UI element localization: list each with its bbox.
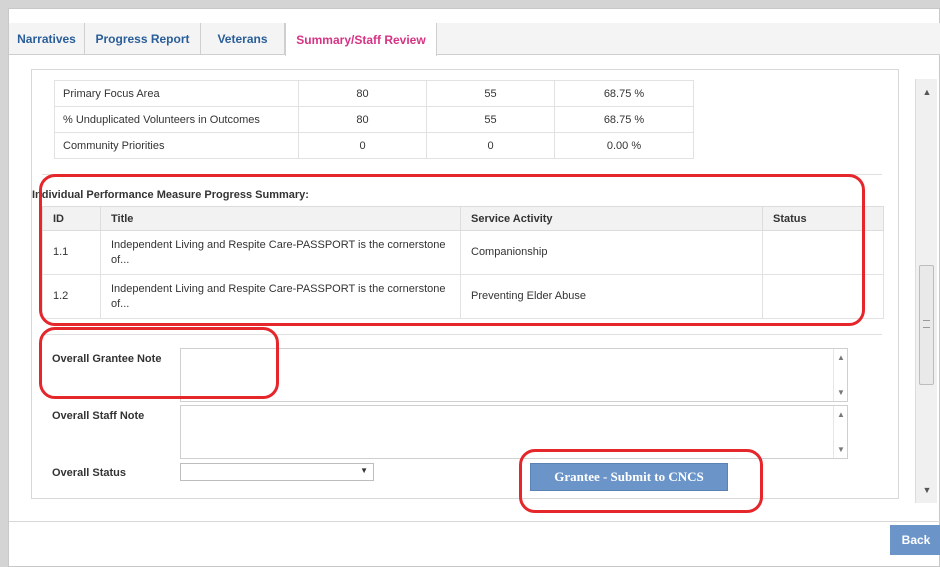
tab-strip: Narratives Progress Report Veterans Summ… [9,23,940,56]
cell-title: Independent Living and Respite Care-PASS… [100,230,461,275]
cell-service-activity: Companionship [460,230,763,275]
cell-service-activity: Preventing Elder Abuse [460,274,763,319]
cell-id: 1.1 [42,230,101,275]
table-row: 1.1 Independent Living and Respite Care-… [42,230,884,275]
ipm-summary-title: Individual Performance Measure Progress … [32,189,309,201]
row-label: Community Priorities [54,132,299,159]
grantee-note-textarea[interactable]: ▲ ▼ [180,348,848,402]
textarea-scrollbar[interactable]: ▲ ▼ [833,406,847,458]
cell-actual: 55 [426,80,555,107]
cell-percent: 68.75 % [554,80,694,107]
cell-target: 80 [298,106,427,133]
tab-summary-staff-review[interactable]: Summary/Staff Review [285,23,437,56]
scroll-down-icon[interactable]: ▼ [837,388,845,397]
staff-note-textarea[interactable]: ▲ ▼ [180,405,848,459]
cell-status [762,274,884,319]
row-label: % Unduplicated Volunteers in Outcomes [54,106,299,133]
section-divider [42,174,882,175]
header-status: Status [762,206,884,231]
dropdown-arrow-icon[interactable]: ▼ [360,466,368,475]
tab-label: Narratives [17,32,76,46]
staff-note-label: Overall Staff Note [52,410,145,422]
scroll-down-icon[interactable]: ▼ [837,445,845,454]
cell-percent: 0.00 % [554,132,694,159]
scroll-up-icon[interactable]: ▲ [837,353,845,362]
app-window: Narratives Progress Report Veterans Summ… [8,8,940,567]
scroll-thumb[interactable] [919,265,934,385]
cell-actual: 0 [426,132,555,159]
scroll-up-icon[interactable]: ▲ [837,410,845,419]
section-divider [42,334,882,335]
table-row: % Unduplicated Volunteers in Outcomes 80… [54,106,694,133]
grip-icon [923,320,930,328]
cell-percent: 68.75 % [554,106,694,133]
overall-status-label: Overall Status [52,467,126,479]
table-row: Primary Focus Area 80 55 68.75 % [54,80,694,107]
tab-narratives[interactable]: Narratives [9,23,85,55]
scroll-down-icon[interactable]: ▼ [916,481,938,499]
cell-target: 80 [298,80,427,107]
table-row: Community Priorities 0 0 0.00 % [54,132,694,159]
footer-divider [9,521,940,522]
textarea-scrollbar[interactable]: ▲ ▼ [833,349,847,401]
tab-veterans[interactable]: Veterans [201,23,285,55]
cell-target: 0 [298,132,427,159]
scroll-up-icon[interactable]: ▲ [916,83,938,101]
page-scrollbar[interactable]: ▲ ▼ [915,79,937,503]
cell-actual: 55 [426,106,555,133]
summary-panel: Primary Focus Area 80 55 68.75 % % Undup… [31,69,899,499]
header-title: Title [100,206,461,231]
cell-status [762,230,884,275]
overall-status-select[interactable]: ▼ [180,463,374,481]
back-button[interactable]: Back [890,525,940,555]
cell-id: 1.2 [42,274,101,319]
tab-progress-report[interactable]: Progress Report [85,23,201,55]
tab-label: Summary/Staff Review [296,32,426,47]
tab-label: Veterans [217,32,268,46]
header-id: ID [42,206,101,231]
row-label: Primary Focus Area [54,80,299,107]
ipm-summary-table: ID Title Service Activity Status 1.1 Ind… [42,206,884,319]
focus-area-table: Primary Focus Area 80 55 68.75 % % Undup… [54,80,694,159]
tab-label: Progress Report [95,32,190,46]
table-row: 1.2 Independent Living and Respite Care-… [42,274,884,319]
grantee-submit-button[interactable]: Grantee - Submit to CNCS [530,463,728,491]
header-service-activity: Service Activity [460,206,763,231]
cell-title: Independent Living and Respite Care-PASS… [100,274,461,319]
table-header-row: ID Title Service Activity Status [42,206,884,231]
grantee-note-label: Overall Grantee Note [52,353,162,365]
